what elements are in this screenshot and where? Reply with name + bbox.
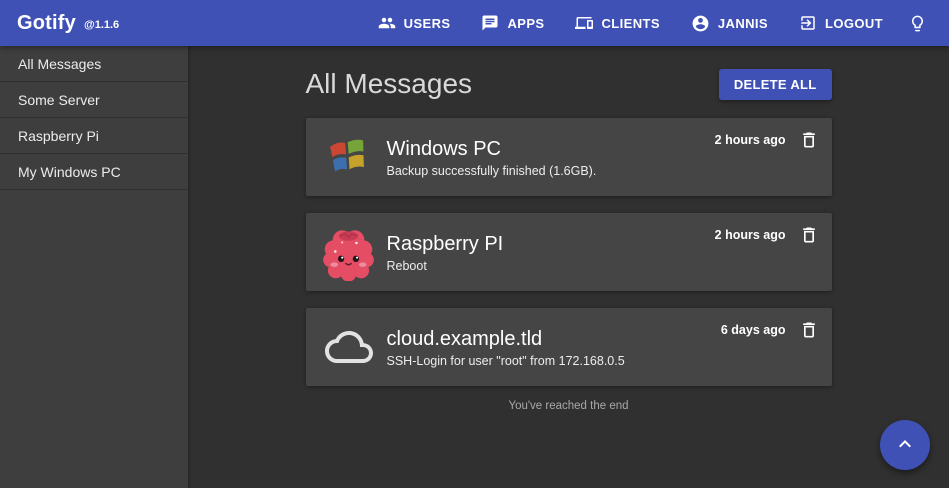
messages-content: All Messages DELETE ALL Windows PC Backu…: [306, 46, 832, 412]
message-text: Backup successfully finished (1.6GB).: [387, 164, 668, 178]
delete-message-button[interactable]: [799, 225, 819, 245]
nav-users-button[interactable]: USERS: [369, 6, 460, 40]
sidebar: All Messages Some Server Raspberry Pi My…: [0, 46, 188, 488]
delete-all-button[interactable]: DELETE ALL: [719, 69, 832, 100]
theme-toggle-button[interactable]: [900, 6, 935, 41]
message-card-cloud: cloud.example.tld SSH-Login for user "ro…: [306, 308, 832, 386]
logout-icon: [799, 14, 817, 32]
message-title: Raspberry PI: [387, 232, 668, 256]
nav-clients-button[interactable]: CLIENTS: [566, 6, 668, 40]
app-header: Gotify @1.1.6 USERS APPS CLIENTS JANNIS …: [0, 0, 949, 46]
lightbulb-icon: [908, 14, 927, 33]
page-title: All Messages: [306, 68, 473, 100]
sidebar-item-label: All Messages: [18, 56, 101, 72]
message-title: Windows PC: [387, 137, 668, 161]
message-meta: 2 hours ago: [715, 130, 819, 150]
sidebar-item-label: Some Server: [18, 92, 100, 108]
nav-user-label: JANNIS: [718, 16, 768, 31]
nav-apps-label: APPS: [507, 16, 544, 31]
trash-icon: [799, 328, 819, 343]
message-timestamp: 6 days ago: [721, 323, 786, 337]
raspberry-logo-icon: [320, 224, 378, 281]
sidebar-item-raspberry-pi[interactable]: Raspberry Pi: [0, 118, 188, 154]
users-icon: [378, 14, 396, 32]
message-timestamp: 2 hours ago: [715, 133, 786, 147]
app-version: @1.1.6: [84, 19, 119, 31]
message-text: SSH-Login for user "root" from 172.168.0…: [387, 354, 668, 368]
nav-logout-button[interactable]: LOGOUT: [790, 6, 892, 40]
cloud-logo-icon: [320, 323, 378, 371]
nav-logout-label: LOGOUT: [825, 16, 883, 31]
sidebar-item-label: My Windows PC: [18, 164, 121, 180]
title-row: All Messages DELETE ALL: [306, 68, 832, 100]
nav-apps-button[interactable]: APPS: [472, 6, 553, 40]
message-text: Reboot: [387, 259, 668, 273]
sidebar-item-label: Raspberry Pi: [18, 128, 99, 144]
windows-logo-icon: [320, 132, 378, 182]
message-meta: 2 hours ago: [715, 225, 819, 245]
nav-users-label: USERS: [404, 16, 451, 31]
end-of-list-text: You've reached the end: [306, 400, 832, 412]
message-title: cloud.example.tld: [387, 327, 668, 351]
chevron-up-icon: [893, 432, 917, 459]
scroll-to-top-button[interactable]: [880, 420, 930, 470]
message-meta: 6 days ago: [721, 320, 819, 340]
message-timestamp: 2 hours ago: [715, 228, 786, 242]
sidebar-item-some-server[interactable]: Some Server: [0, 82, 188, 118]
apps-icon: [481, 14, 499, 32]
trash-icon: [799, 138, 819, 153]
clients-icon: [575, 14, 593, 32]
nav-user-menu-button[interactable]: JANNIS: [682, 6, 777, 41]
sidebar-item-my-windows-pc[interactable]: My Windows PC: [0, 154, 188, 190]
message-card-windows-pc: Windows PC Backup successfully finished …: [306, 118, 832, 196]
message-card-raspberry-pi: Raspberry PI Reboot 2 hours ago: [306, 213, 832, 291]
trash-icon: [799, 233, 819, 248]
delete-message-button[interactable]: [799, 130, 819, 150]
nav-clients-label: CLIENTS: [601, 16, 659, 31]
sidebar-item-all-messages[interactable]: All Messages: [0, 46, 188, 82]
delete-message-button[interactable]: [799, 320, 819, 340]
main-area: All Messages DELETE ALL Windows PC Backu…: [188, 46, 949, 488]
app-title: Gotify: [17, 12, 76, 35]
account-circle-icon: [691, 14, 710, 33]
